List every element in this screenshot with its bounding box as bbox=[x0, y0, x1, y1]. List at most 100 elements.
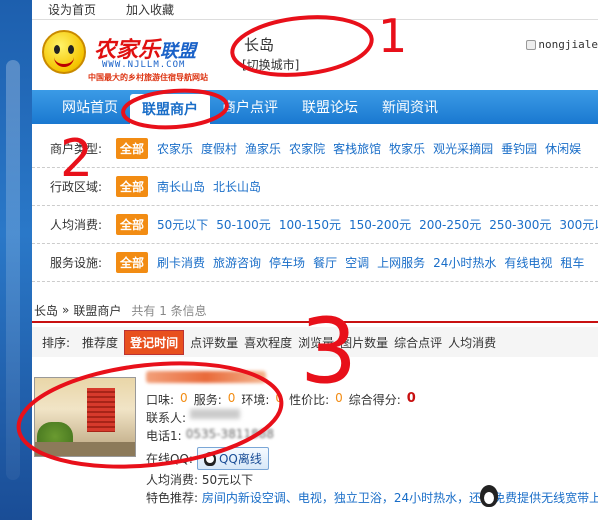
filter-panel: 商户类型: 全部 农家乐 度假村 渔家乐 农家院 客栈旅馆 牧家乐 观光采摘园 … bbox=[32, 130, 598, 290]
filter-option[interactable]: 上网服务 bbox=[377, 254, 425, 271]
score-value: 0 bbox=[227, 391, 236, 405]
qq-offline-button[interactable]: QQ离线 bbox=[196, 447, 269, 470]
penguin-mascot-icon bbox=[480, 485, 498, 507]
filter-option[interactable]: 南长山岛 bbox=[157, 178, 205, 195]
result-count: 共有 1 条信息 bbox=[131, 303, 207, 318]
filter-option[interactable]: 200-250元 bbox=[419, 216, 481, 233]
merchant-qq: 在线QQ: QQ离线 bbox=[146, 447, 269, 470]
filter-all-button[interactable]: 全部 bbox=[116, 138, 149, 159]
score-label: 环境: bbox=[241, 393, 270, 407]
score-label: 性价比: bbox=[289, 393, 330, 407]
sort-option-overall[interactable]: 综合点评 bbox=[394, 334, 442, 351]
filter-row-type: 商户类型: 全部 农家乐 度假村 渔家乐 农家院 客栈旅馆 牧家乐 观光采摘园 … bbox=[32, 130, 598, 168]
merchant-contact: 联系人: bbox=[146, 409, 241, 426]
filter-option[interactable]: 租车 bbox=[560, 254, 584, 271]
set-homepage-link[interactable]: 设为首页 bbox=[48, 1, 96, 18]
user-icon bbox=[526, 39, 537, 50]
filter-option[interactable]: 农家院 bbox=[289, 140, 325, 157]
nav-news[interactable]: 新闻资讯 bbox=[370, 90, 450, 124]
filter-label: 商户类型: bbox=[50, 142, 103, 156]
filter-option[interactable]: 客栈旅馆 bbox=[333, 140, 381, 157]
sort-option-images[interactable]: 图片数量 bbox=[340, 334, 388, 351]
merchant-scores: 口味: 0 服务: 0 环境: 0 性价比: 0 综合得分: 0 bbox=[146, 391, 416, 408]
breadcrumb: 长岛 » 联盟商户 共有 1 条信息 bbox=[32, 299, 598, 323]
main-nav: 网站首页 联盟商户 商户点评 联盟论坛 新闻资讯 bbox=[32, 90, 598, 124]
logo-slogan: 中国最大的乡村旅游住宿导航网站 bbox=[88, 73, 208, 82]
filter-row-region: 行政区域: 全部 南长山岛 北长山岛 bbox=[32, 168, 598, 206]
nav-forum[interactable]: 联盟论坛 bbox=[290, 90, 370, 124]
filter-all-button[interactable]: 全部 bbox=[116, 252, 149, 273]
phone-value: 0535-3811888 bbox=[185, 427, 274, 441]
qq-button-label: QQ离线 bbox=[218, 452, 262, 466]
smiley-logo-icon[interactable] bbox=[42, 30, 86, 74]
filter-option[interactable]: 停车场 bbox=[269, 254, 305, 271]
site-header: 农家乐联盟 WWW.NJLLM.COM 中国最大的乡村旅游住宿导航网站 长岛 [… bbox=[32, 20, 598, 90]
logo-url: WWW.NJLLM.COM bbox=[102, 60, 186, 70]
filter-option[interactable]: 100-150元 bbox=[279, 216, 341, 233]
breadcrumb-city[interactable]: 长岛 bbox=[34, 302, 58, 319]
merchant-name-redacted[interactable] bbox=[146, 371, 266, 383]
filter-all-button[interactable]: 全部 bbox=[116, 214, 149, 235]
breadcrumb-section[interactable]: 联盟商户 bbox=[73, 302, 121, 319]
filter-option[interactable]: 农家乐 bbox=[157, 140, 193, 157]
filter-option[interactable]: 垂钓园 bbox=[501, 140, 537, 157]
filter-option[interactable]: 休闲娱 bbox=[545, 140, 581, 157]
feature-text[interactable]: 房间内新设空调、电视，独立卫浴，24小时热水，还可免费提供无线宽带上 bbox=[202, 491, 598, 505]
contact-label: 联系人: bbox=[146, 411, 187, 425]
filter-row-price: 人均消费: 全部 50元以下 50-100元 100-150元 150-200元… bbox=[32, 206, 598, 244]
contact-name-redacted bbox=[190, 409, 241, 419]
sort-option-price[interactable]: 人均消费 bbox=[448, 334, 496, 351]
add-favorite-link[interactable]: 加入收藏 bbox=[126, 1, 174, 18]
merchant-price: 人均消费: 50元以下 bbox=[146, 471, 253, 488]
filter-option[interactable]: 50-100元 bbox=[216, 216, 271, 233]
score-label: 口味: bbox=[146, 393, 175, 407]
filter-option[interactable]: 空调 bbox=[345, 254, 369, 271]
filter-option[interactable]: 刷卡消费 bbox=[157, 254, 205, 271]
sort-option-review-count[interactable]: 点评数量 bbox=[190, 334, 238, 351]
filter-option[interactable]: 北长山岛 bbox=[213, 178, 261, 195]
price-value: 50元以下 bbox=[201, 473, 254, 487]
filter-option[interactable]: 旅游咨询 bbox=[213, 254, 261, 271]
filter-option[interactable]: 150-200元 bbox=[349, 216, 411, 233]
score-value: 0 bbox=[335, 391, 343, 405]
score-value: 0 bbox=[180, 391, 188, 405]
filter-option[interactable]: 渔家乐 bbox=[245, 140, 281, 157]
filter-option[interactable]: 300元以上 bbox=[559, 216, 598, 233]
filter-option[interactable]: 牧家乐 bbox=[389, 140, 425, 157]
thumbnail-ground bbox=[35, 442, 135, 456]
score-label: 综合得分: bbox=[348, 393, 401, 407]
filter-label: 行政区域: bbox=[50, 180, 103, 194]
sort-option-likes[interactable]: 喜欢程度 bbox=[244, 334, 292, 351]
sort-option-views[interactable]: 浏览量 bbox=[298, 334, 334, 351]
filter-option[interactable]: 有线电视 bbox=[504, 254, 552, 271]
qq-penguin-icon bbox=[203, 451, 216, 466]
top-utility-bar: 设为首页 加入收藏 bbox=[32, 0, 598, 20]
sort-label: 排序: bbox=[42, 335, 71, 350]
user-info[interactable]: nongjiale bbox=[526, 38, 598, 51]
merchant-thumbnail[interactable] bbox=[34, 377, 136, 457]
filter-option[interactable]: 50元以下 bbox=[157, 216, 208, 233]
filter-all-button[interactable]: 全部 bbox=[116, 176, 149, 197]
switch-city-link[interactable]: [切换城市] bbox=[242, 56, 299, 73]
merchant-feature: 特色推荐: 房间内新设空调、电视，独立卫浴，24小时热水，还可免费提供无线宽带上 bbox=[146, 489, 598, 506]
filter-option[interactable]: 24小时热水 bbox=[433, 254, 496, 271]
filter-option[interactable]: 观光采摘园 bbox=[433, 140, 493, 157]
sort-bar: 排序: 推荐度 登记时间 点评数量 喜欢程度 浏览量 图片数量 综合点评 人均消… bbox=[32, 327, 598, 357]
merchant-phone: 电话1: 0535-3811888 bbox=[146, 427, 274, 444]
overall-score: 0 bbox=[406, 391, 416, 406]
score-label: 服务: bbox=[193, 393, 222, 407]
nav-reviews[interactable]: 商户点评 bbox=[210, 90, 290, 124]
nav-merchants[interactable]: 联盟商户 bbox=[130, 94, 210, 124]
username: nongjiale bbox=[538, 38, 598, 51]
nav-home[interactable]: 网站首页 bbox=[50, 90, 130, 124]
sort-option-recommend[interactable]: 推荐度 bbox=[82, 334, 118, 351]
left-background bbox=[0, 0, 32, 520]
price-label: 人均消费: bbox=[146, 473, 199, 487]
current-city: 长岛 bbox=[244, 36, 275, 54]
breadcrumb-separator: » bbox=[62, 303, 70, 317]
filter-option[interactable]: 250-300元 bbox=[489, 216, 551, 233]
filter-option[interactable]: 度假村 bbox=[201, 140, 237, 157]
phone-label: 电话1: bbox=[146, 429, 182, 443]
sort-option-register-time[interactable]: 登记时间 bbox=[124, 329, 185, 355]
filter-option[interactable]: 餐厅 bbox=[313, 254, 337, 271]
